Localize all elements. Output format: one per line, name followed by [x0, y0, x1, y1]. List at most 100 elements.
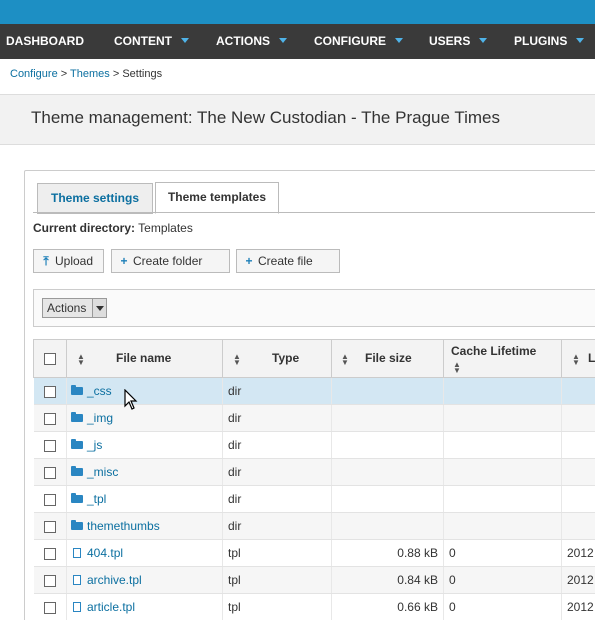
sort-icon: ▲ ▼ — [341, 352, 349, 367]
actions-select[interactable]: Actions — [42, 298, 107, 318]
table-row[interactable]: 404.tpl tpl 0.88 kB 0 2012 — [33, 539, 595, 567]
sort-icon: ▲ ▼ — [233, 352, 241, 367]
table-row[interactable]: _img dir — [33, 404, 595, 432]
column-header-cache-lifetime[interactable]: Cache Lifetime ▲ ▼ — [443, 339, 562, 378]
upload-button[interactable]: ⤒ Upload — [33, 249, 104, 273]
create-file-button[interactable]: + Create file — [236, 249, 340, 273]
nav-actions-label: ACTIONS — [216, 34, 270, 48]
table-row[interactable]: archive.tpl tpl 0.84 kB 0 2012 — [33, 566, 595, 594]
file-name-link[interactable]: themethumbs — [87, 519, 160, 533]
folder-icon — [71, 492, 83, 503]
breadcrumb-separator: > — [109, 68, 123, 80]
row-checkbox[interactable] — [43, 385, 56, 398]
file-name-link[interactable]: article.tpl — [87, 600, 135, 614]
row-checkbox[interactable] — [43, 439, 56, 452]
file-name-cell: _tpl — [66, 485, 223, 513]
row-select-cell — [33, 377, 67, 405]
nav-plugins[interactable]: PLUGINS — [514, 24, 585, 59]
row-checkbox[interactable] — [43, 520, 56, 533]
chevron-down-icon — [395, 38, 403, 44]
column-header-file-size[interactable]: ▲ ▼ File size — [331, 339, 444, 378]
row-select-cell — [33, 404, 67, 432]
file-size-cell — [331, 485, 444, 513]
last-modified-cell — [561, 458, 595, 486]
row-select-cell — [33, 431, 67, 459]
folder-icon — [71, 465, 83, 476]
file-name-link[interactable]: _misc — [87, 465, 118, 479]
create-file-label: Create file — [258, 254, 313, 268]
breadcrumb-configure-link[interactable]: Configure — [10, 68, 58, 80]
table-row[interactable]: themethumbs dir — [33, 512, 595, 540]
file-name-cell: _img — [66, 404, 223, 432]
create-folder-button[interactable]: + Create folder — [111, 249, 230, 273]
select-all-checkbox[interactable] — [44, 353, 56, 366]
last-modified-cell — [561, 377, 595, 405]
cache-lifetime-cell — [443, 485, 562, 513]
row-checkbox[interactable] — [43, 412, 56, 425]
file-name-link[interactable]: archive.tpl — [87, 573, 142, 587]
cache-lifetime-cell — [443, 404, 562, 432]
file-name-header-label: File name — [116, 351, 172, 365]
type-cell: dir — [222, 377, 332, 405]
column-header-type[interactable]: ▲ ▼ Type — [222, 339, 332, 378]
file-size-header-label: File size — [365, 351, 412, 365]
tab-divider — [33, 212, 595, 213]
file-name-link[interactable]: 404.tpl — [87, 546, 123, 560]
file-size-cell: 0.66 kB — [331, 593, 444, 620]
row-checkbox[interactable] — [43, 547, 56, 560]
nav-users[interactable]: USERS — [429, 24, 488, 59]
nav-content-label: CONTENT — [114, 34, 172, 48]
table-row[interactable]: article.tpl tpl 0.66 kB 0 2012 — [33, 593, 595, 620]
file-name-link[interactable]: _tpl — [87, 492, 106, 506]
page-title: Theme management: The New Custodian - Th… — [31, 108, 500, 127]
tab-theme-templates[interactable]: Theme templates — [155, 182, 279, 214]
nav-content[interactable]: CONTENT — [114, 24, 189, 59]
type-cell: dir — [222, 404, 332, 432]
folder-icon — [71, 438, 83, 449]
nav-actions[interactable]: ACTIONS — [216, 24, 287, 59]
nav-configure[interactable]: CONFIGURE — [314, 24, 403, 59]
table-row[interactable]: _misc dir — [33, 458, 595, 486]
file-name-link[interactable]: _js — [87, 438, 102, 452]
nav-users-label: USERS — [429, 34, 471, 48]
column-header-last-modified[interactable]: ▲▼ La — [561, 339, 595, 378]
row-checkbox[interactable] — [43, 493, 56, 506]
nav-dashboard[interactable]: DASHBOARD — [6, 24, 84, 59]
last-modified-cell: 2012 — [561, 539, 595, 567]
last-modified-cell — [561, 404, 595, 432]
plus-icon: + — [245, 254, 253, 268]
chevron-down-icon — [576, 38, 585, 44]
folder-icon — [71, 384, 83, 395]
row-checkbox[interactable] — [43, 574, 56, 587]
file-size-cell: 0.84 kB — [331, 566, 444, 594]
table-header-row: ▲ ▼ File name ▲ ▼ Type ▲ ▼ File size Cache … — [33, 339, 595, 378]
breadcrumb-themes-link[interactable]: Themes — [70, 68, 110, 80]
row-select-cell — [33, 458, 67, 486]
last-modified-cell — [561, 512, 595, 540]
table-row[interactable]: _tpl dir — [33, 485, 595, 513]
file-name-link[interactable]: _img — [87, 411, 113, 425]
row-checkbox[interactable] — [43, 601, 56, 614]
select-all-header — [33, 339, 67, 378]
type-cell: dir — [222, 512, 332, 540]
file-icon — [73, 574, 81, 585]
type-cell: dir — [222, 485, 332, 513]
table-row[interactable]: _js dir — [33, 431, 595, 459]
row-checkbox[interactable] — [43, 466, 56, 479]
column-header-file-name[interactable]: ▲ ▼ File name — [66, 339, 223, 378]
file-size-cell: 0.88 kB — [331, 539, 444, 567]
file-name-cell: _js — [66, 431, 223, 459]
cache-lifetime-cell — [443, 377, 562, 405]
file-icon — [73, 601, 81, 612]
folder-icon — [71, 519, 83, 530]
chevron-down-icon — [181, 38, 189, 44]
row-select-cell — [33, 566, 67, 594]
main-nav: DASHBOARD CONTENT ACTIONS CONFIGURE USER… — [0, 24, 595, 59]
breadcrumb: Configure > Themes > Settings — [10, 68, 162, 80]
table-row[interactable]: _css dir — [33, 377, 595, 405]
tab-theme-settings[interactable]: Theme settings — [37, 183, 153, 214]
file-name-cell: article.tpl — [66, 593, 223, 620]
file-name-link[interactable]: _css — [87, 384, 112, 398]
type-cell: tpl — [222, 566, 332, 594]
file-size-cell — [331, 431, 444, 459]
